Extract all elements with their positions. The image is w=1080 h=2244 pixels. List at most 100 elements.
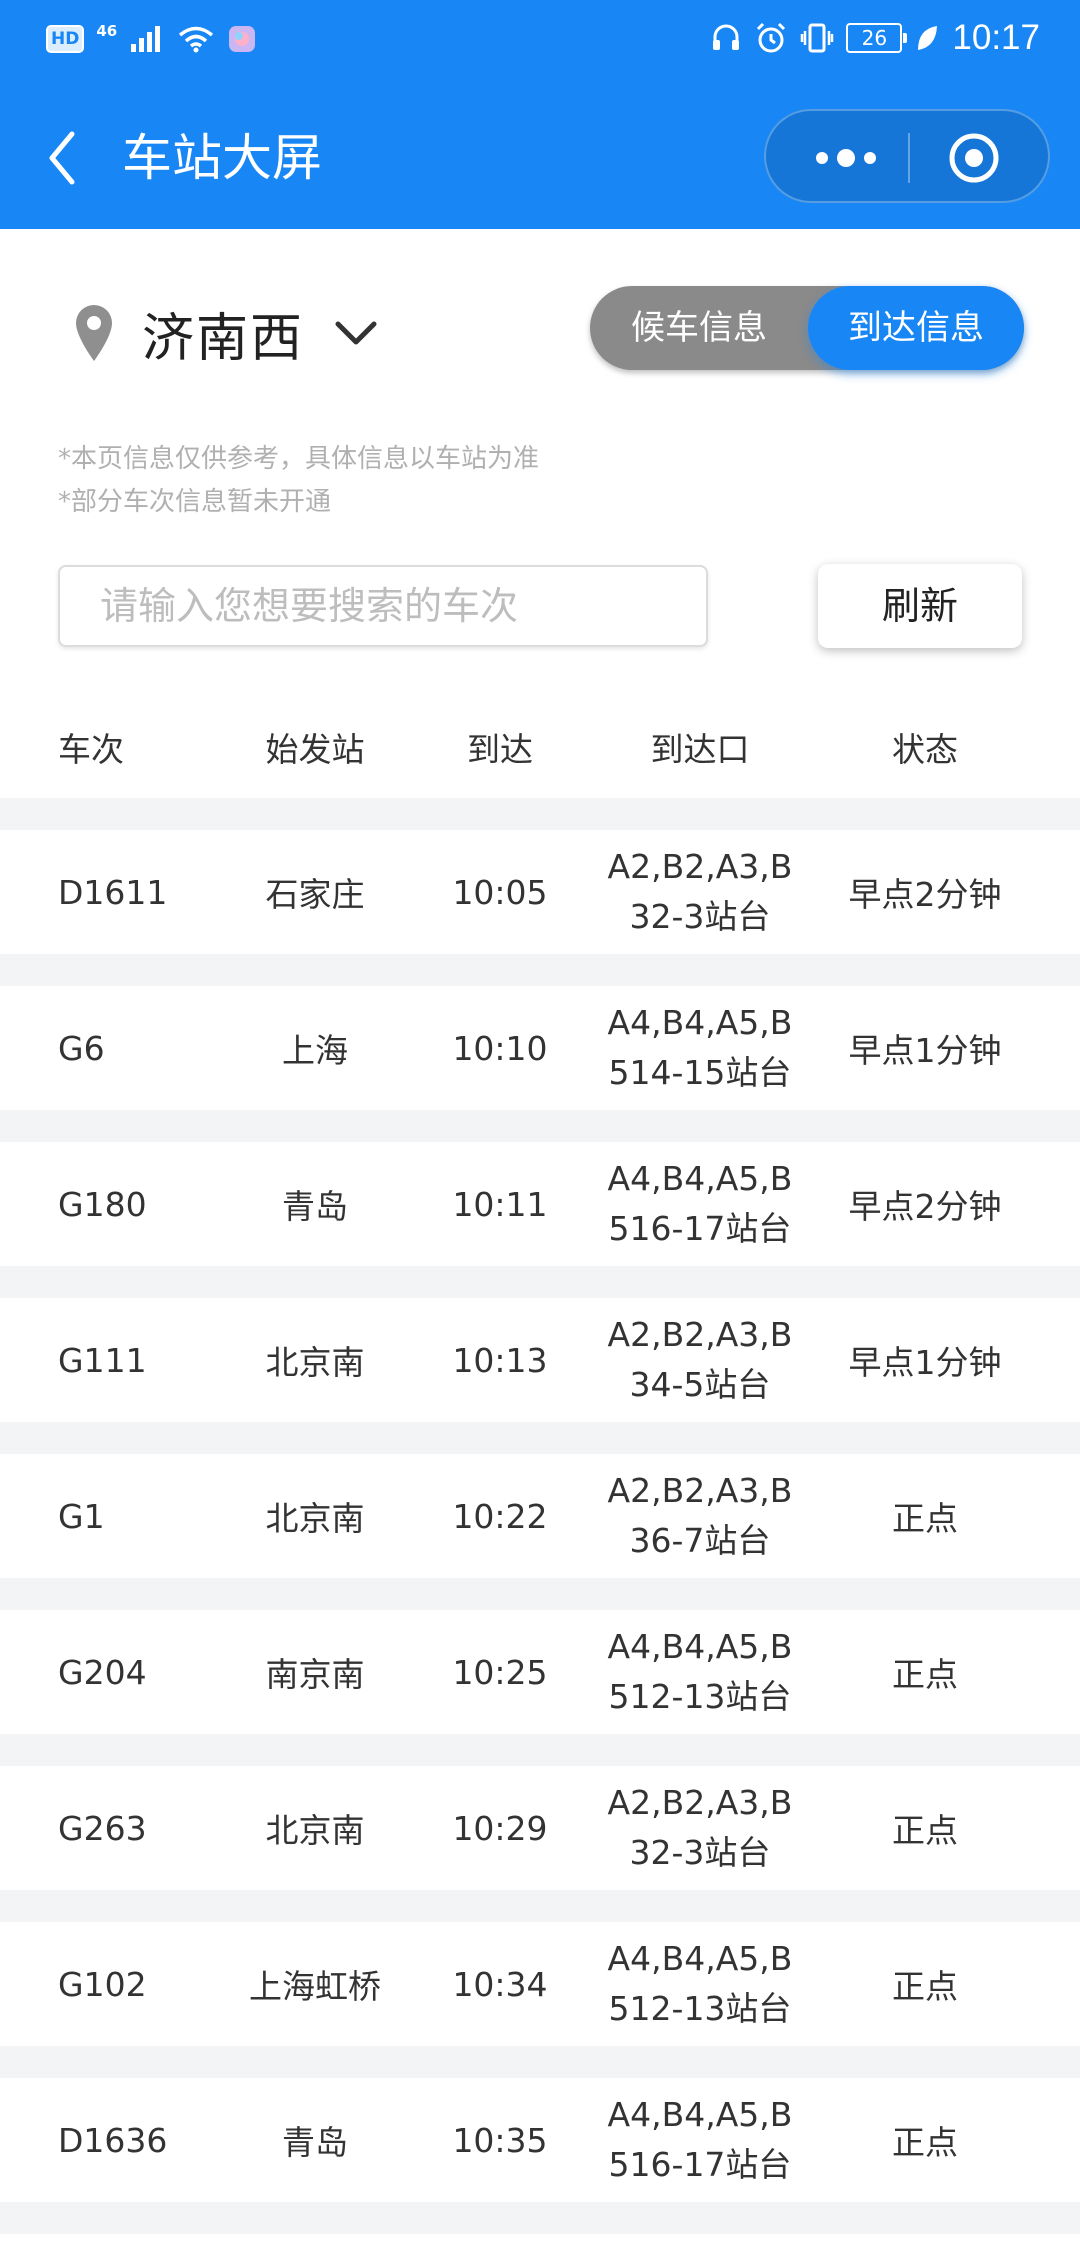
note-line: *本页信息仅供参考，具体信息以车站为准: [58, 444, 540, 474]
header-origin: 始发站: [265, 730, 365, 769]
cell-gate: A2,B2,A3,B 32-3站台: [580, 830, 820, 954]
close-miniapp-icon[interactable]: [944, 131, 1004, 185]
header-train: 车次: [58, 730, 124, 769]
battery-level: 26: [861, 26, 888, 50]
table-row[interactable]: G102 上海虹桥 10:34 A4,B4,A5,B 512-13站台 正点: [0, 1922, 1080, 2046]
station-name: 济南西: [142, 308, 305, 369]
row-separator: [0, 2046, 1080, 2078]
table-row[interactable]: G1 北京南 10:22 A2,B2,A3,B 36-7站台 正点: [0, 1454, 1080, 1578]
cell-arrive: 10:11: [452, 1184, 548, 1224]
status-left: HD 46: [46, 22, 257, 54]
gate-line1: A4,B4,A5,B: [607, 2095, 793, 2134]
table-row[interactable]: G204 南京南 10:25 A4,B4,A5,B 512-13站台 正点: [0, 1610, 1080, 1734]
cell-train: G180: [58, 1184, 147, 1224]
gate-line2: 516-17站台: [608, 2145, 792, 2184]
cell-train: G1: [58, 1496, 105, 1536]
cell-origin: 青岛: [282, 1187, 348, 1226]
top-bar: HD 46 26 10:17 车站大屏: [0, 0, 1080, 229]
cell-status: 正点: [892, 1499, 958, 1538]
cell-status: 正点: [892, 2123, 958, 2162]
row-separator: [0, 954, 1080, 986]
network-type-label: 46: [96, 22, 118, 40]
cell-gate: A4,B4,A5,B 516-17站台: [580, 1142, 820, 1266]
app-notification-icon: [229, 26, 256, 52]
cell-train: G111: [58, 1340, 147, 1380]
table-header: 车次 始发站 到达 到达口 状态: [0, 712, 1080, 782]
cell-arrive: 10:29: [452, 1808, 548, 1848]
cell-origin: 北京南: [265, 1499, 365, 1538]
tab-waiting-info[interactable]: 候车信息: [590, 286, 808, 370]
cell-origin: 北京南: [265, 1811, 365, 1850]
cell-arrive: 10:05: [452, 872, 548, 912]
tab-arrival-info[interactable]: 到达信息: [808, 286, 1024, 370]
row-separator: [0, 1110, 1080, 1142]
row-separator: [0, 1890, 1080, 1922]
back-arrow-icon[interactable]: [40, 128, 90, 188]
gate-line2: 32-3站台: [629, 897, 771, 936]
gate-line1: A4,B4,A5,B: [607, 1627, 793, 1666]
cell-train: G204: [58, 1652, 147, 1692]
cell-status: 早点1分钟: [848, 1343, 1002, 1382]
header-gate: 到达口: [650, 730, 750, 769]
cell-arrive: 10:34: [452, 1964, 548, 2004]
gate-line2: 34-5站台: [629, 1365, 771, 1404]
status-time: 10:17: [952, 18, 1040, 57]
gate-line2: 36-7站台: [629, 1521, 771, 1560]
cell-train: D1636: [58, 2120, 168, 2160]
gate-line1: A4,B4,A5,B: [607, 1939, 793, 1978]
table-row[interactable]: D1611 石家庄 10:05 A2,B2,A3,B 32-3站台 早点2分钟: [0, 830, 1080, 954]
cell-origin: 北京南: [265, 1343, 365, 1382]
cell-status: 正点: [892, 1655, 958, 1694]
wifi-icon: [179, 26, 214, 53]
info-type-toggle: 候车信息 到达信息: [590, 286, 1024, 370]
gate-line1: A2,B2,A3,B: [607, 1315, 793, 1354]
cell-origin: 上海: [282, 1031, 348, 1070]
headphones-icon: [713, 24, 740, 50]
refresh-button[interactable]: 刷新: [818, 564, 1022, 648]
arrival-table: D1611 石家庄 10:05 A2,B2,A3,B 32-3站台 早点2分钟 G…: [0, 798, 1080, 2234]
header-status: 状态: [892, 730, 958, 769]
cell-gate: A4,B4,A5,B 512-13站台: [580, 1922, 820, 2046]
table-row[interactable]: D1636 青岛 10:35 A4,B4,A5,B 516-17站台 正点: [0, 2078, 1080, 2202]
table-row[interactable]: G6 上海 10:10 A4,B4,A5,B 514-15站台 早点1分钟: [0, 986, 1080, 1110]
cell-origin: 青岛: [282, 2123, 348, 2162]
cell-status: 正点: [892, 1967, 958, 2006]
disclaimer-notes: *本页信息仅供参考，具体信息以车站为准 *部分车次信息暂未开通: [58, 438, 539, 524]
cell-arrive: 10:10: [452, 1028, 548, 1068]
gate-line2: 516-17站台: [608, 1209, 792, 1248]
gate-line2: 512-13站台: [608, 1677, 792, 1716]
cell-origin: 上海虹桥: [249, 1967, 381, 2006]
cell-arrive: 10:13: [452, 1340, 548, 1380]
row-separator: [0, 1266, 1080, 1298]
table-row[interactable]: G263 北京南 10:29 A2,B2,A3,B 32-3站台 正点: [0, 1766, 1080, 1890]
train-search-input[interactable]: [60, 567, 706, 645]
cell-train: G6: [58, 1028, 105, 1068]
station-selector[interactable]: 济南西: [74, 298, 378, 369]
gate-line1: A2,B2,A3,B: [607, 1471, 793, 1510]
gate-line2: 514-15站台: [608, 1053, 792, 1092]
cell-gate: A2,B2,A3,B 36-7站台: [580, 1454, 820, 1578]
more-dots-icon[interactable]: [806, 131, 886, 185]
cell-train: D1611: [58, 872, 168, 912]
cell-status: 早点2分钟: [848, 1187, 1002, 1226]
chevron-down-icon: [335, 321, 377, 345]
table-row[interactable]: G180 青岛 10:11 A4,B4,A5,B 516-17站台 早点2分钟: [0, 1142, 1080, 1266]
gate-line1: A4,B4,A5,B: [607, 1159, 793, 1198]
row-separator: [0, 2202, 1080, 2234]
header-arrive: 到达: [467, 730, 533, 769]
cell-origin: 石家庄: [265, 875, 365, 914]
cell-status: 早点2分钟: [848, 875, 1002, 914]
nav-bar: 车站大屏: [0, 100, 1080, 216]
alarm-icon: [757, 22, 786, 53]
table-row[interactable]: G111 北京南 10:13 A2,B2,A3,B 34-5站台 早点1分钟: [0, 1298, 1080, 1422]
location-pin-icon: [76, 305, 112, 361]
hd-icon: HD: [46, 25, 85, 53]
cell-origin: 南京南: [265, 1655, 365, 1694]
gate-line2: 512-13站台: [608, 1989, 792, 2028]
page-title: 车站大屏: [122, 129, 322, 187]
row-separator: [0, 798, 1080, 830]
cell-train: G102: [58, 1964, 147, 2004]
cell-train: G263: [58, 1808, 147, 1848]
note-line: *部分车次信息暂未开通: [58, 487, 332, 517]
cell-arrive: 10:22: [452, 1496, 548, 1536]
